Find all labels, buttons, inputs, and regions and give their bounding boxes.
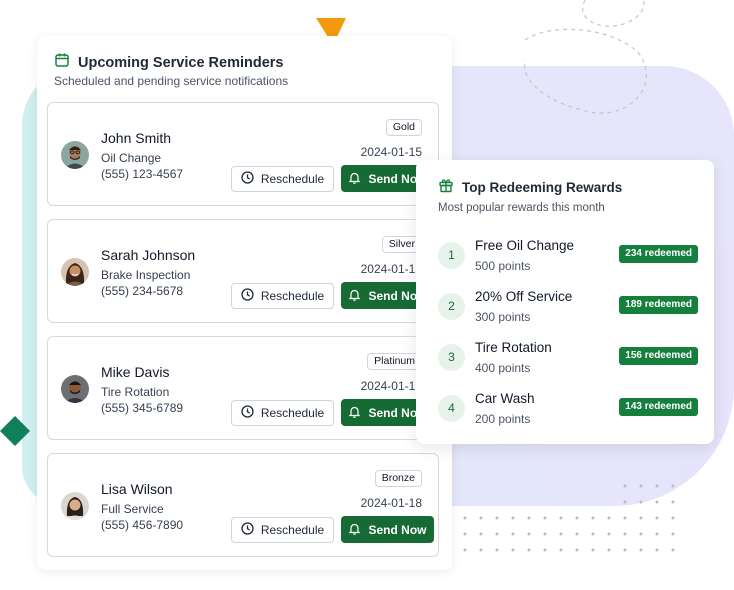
reward-item: 4 Car Wash 200 points 143 redeemed xyxy=(438,391,698,431)
redeemed-count-badge: 143 redeemed xyxy=(619,398,698,416)
bell-icon xyxy=(348,405,361,421)
reminders-subtitle: Scheduled and pending service notificati… xyxy=(54,74,289,88)
reward-name: 20% Off Service xyxy=(475,289,573,304)
reward-points: 400 points xyxy=(475,361,531,375)
reward-item: 3 Tire Rotation 400 points 156 redeemed xyxy=(438,340,698,380)
avatar xyxy=(61,375,89,403)
rank-badge: 4 xyxy=(438,395,465,422)
rank-badge: 3 xyxy=(438,344,465,371)
reward-points: 200 points xyxy=(475,412,531,426)
reschedule-label: Reschedule xyxy=(260,172,325,186)
service-reminders-card: Upcoming Service Reminders Scheduled and… xyxy=(37,36,452,570)
clock-icon xyxy=(241,288,254,304)
send-now-label: Send Now xyxy=(368,522,427,537)
rewards-header: Top Redeeming Rewards xyxy=(438,177,622,198)
rewards-subtitle: Most popular rewards this month xyxy=(438,202,605,214)
reminders-header: Upcoming Service Reminders xyxy=(54,52,284,73)
reward-name: Free Oil Change xyxy=(475,238,575,253)
reminders-title: Upcoming Service Reminders xyxy=(78,54,284,71)
customer-name: Mike Davis xyxy=(101,364,170,380)
customer-name: Sarah Johnson xyxy=(101,247,196,263)
reward-name: Tire Rotation xyxy=(475,340,552,355)
service-type: Full Service xyxy=(101,502,164,516)
reschedule-button[interactable]: Reschedule xyxy=(231,400,334,426)
reward-points: 300 points xyxy=(475,310,531,324)
reschedule-label: Reschedule xyxy=(260,523,325,537)
reschedule-button[interactable]: Reschedule xyxy=(231,166,334,192)
customer-phone: (555) 456-7890 xyxy=(101,518,184,532)
reminder-card: Lisa Wilson Full Service (555) 456-7890 … xyxy=(47,453,439,557)
customer-name: John Smith xyxy=(101,130,172,146)
customer-phone: (555) 123-4567 xyxy=(101,167,184,181)
redeemed-count-badge: 189 redeemed xyxy=(619,296,698,314)
reschedule-label: Reschedule xyxy=(260,289,325,303)
reminder-card: Mike Davis Tire Rotation (555) 345-6789 … xyxy=(47,336,439,440)
rank-badge: 1 xyxy=(438,242,465,269)
service-date: 2024-01-15 xyxy=(360,145,422,159)
rewards-title: Top Redeeming Rewards xyxy=(462,180,623,195)
top-rewards-card: Top Redeeming Rewards Most popular rewar… xyxy=(416,160,714,444)
clock-icon xyxy=(241,171,254,187)
reminder-card: Sarah Johnson Brake Inspection (555) 234… xyxy=(47,219,439,323)
send-now-button[interactable]: Send Now xyxy=(341,516,434,543)
reschedule-label: Reschedule xyxy=(260,406,325,420)
reschedule-button[interactable]: Reschedule xyxy=(231,517,334,543)
service-type: Tire Rotation xyxy=(101,385,170,399)
reminder-card: John Smith Oil Change (555) 123-4567 Gol… xyxy=(47,102,439,206)
reward-points: 500 points xyxy=(475,259,531,273)
redeemed-count-badge: 234 redeemed xyxy=(619,245,698,263)
dashed-loop xyxy=(582,0,645,27)
reward-item: 2 20% Off Service 300 points 189 redeeme… xyxy=(438,289,698,329)
gift-icon xyxy=(438,177,454,198)
rank-badge: 2 xyxy=(438,293,465,320)
bell-icon xyxy=(348,171,361,187)
clock-icon xyxy=(241,405,254,421)
customer-phone: (555) 345-6789 xyxy=(101,401,184,415)
service-date: 2024-01-18 xyxy=(360,496,422,510)
customer-name: Lisa Wilson xyxy=(101,481,173,497)
calendar-icon xyxy=(54,52,70,73)
clock-icon xyxy=(241,522,254,538)
service-date: 2024-01-16 xyxy=(360,262,422,276)
avatar xyxy=(61,258,89,286)
service-date: 2024-01-17 xyxy=(360,379,422,393)
tier-badge: Bronze xyxy=(374,470,422,487)
service-type: Brake Inspection xyxy=(101,268,191,282)
bell-icon xyxy=(348,522,361,538)
tier-badge: Platinum xyxy=(367,353,422,370)
reward-name: Car Wash xyxy=(475,391,535,406)
avatar xyxy=(61,141,89,169)
customer-phone: (555) 234-5678 xyxy=(101,284,184,298)
bell-icon xyxy=(348,288,361,304)
service-type: Oil Change xyxy=(101,151,162,165)
reschedule-button[interactable]: Reschedule xyxy=(231,283,334,309)
redeemed-count-badge: 156 redeemed xyxy=(619,347,698,365)
avatar xyxy=(61,492,89,520)
tier-badge: Gold xyxy=(385,119,422,136)
reward-item: 1 Free Oil Change 500 points 234 redeeme… xyxy=(438,238,698,278)
